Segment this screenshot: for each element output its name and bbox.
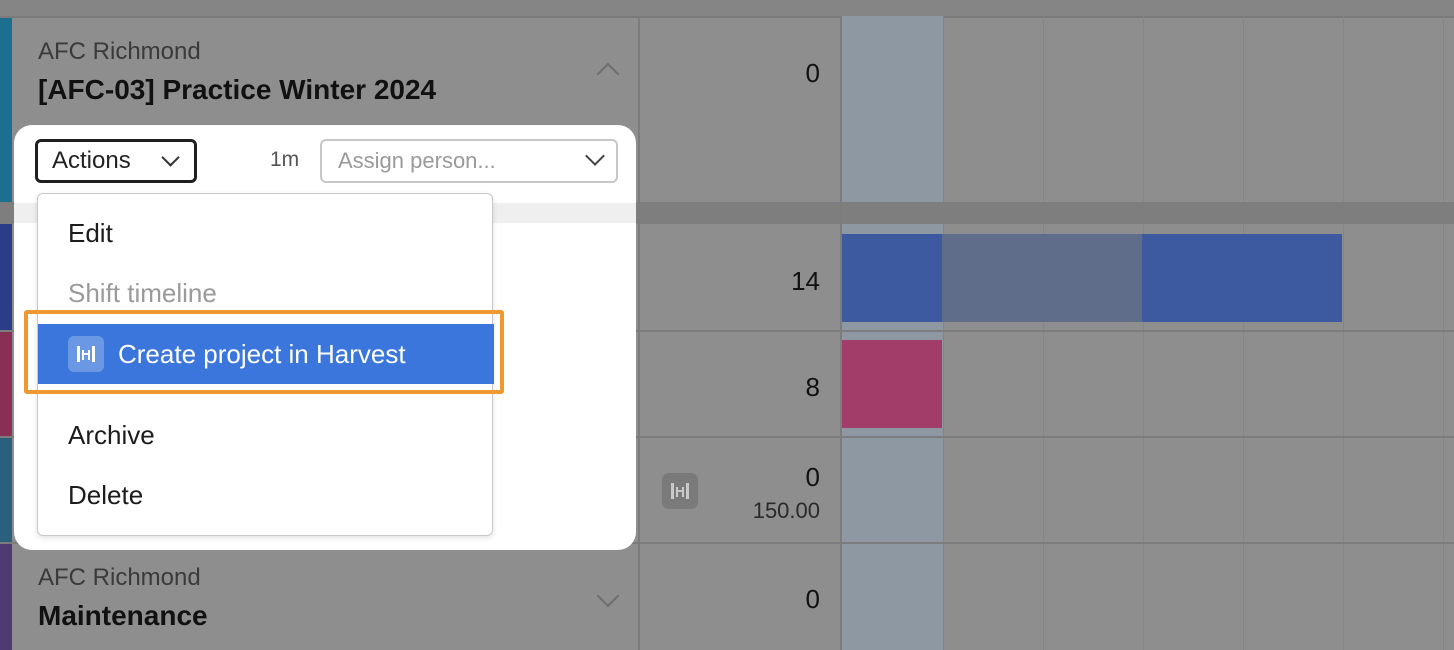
menu-item-shift-timeline: Shift timeline [68,278,217,308]
row-total: 14 [791,266,820,296]
project-color-bar [0,18,12,202]
chevron-down-icon [585,146,605,166]
menu-item-delete[interactable]: Delete [38,480,492,511]
assign-placeholder: Assign person... [338,148,496,173]
menu-item-edit[interactable]: Edit [38,218,492,249]
actions-label: Actions [52,147,131,174]
highlight-callout [24,310,504,394]
schedule-bar[interactable] [1142,234,1342,322]
project-color-bar [0,332,12,436]
row-budget: 150.00 [752,498,820,523]
schedule-bar[interactable] [842,234,942,322]
project-title[interactable]: [AFC-03] Practice Winter 2024 [38,74,436,106]
project-title[interactable]: Maintenance [38,600,208,632]
row-total: 0 [805,584,820,614]
schedule-bar[interactable] [842,340,942,428]
duration-label: 1m [270,148,300,171]
row-total: 0 [805,462,820,492]
row-total: 8 [805,372,820,402]
column-divider [638,16,640,650]
assign-person-select[interactable]: Assign person... [320,139,618,183]
column-divider [840,16,842,650]
schedule-bar[interactable] [942,234,1142,322]
top-strip [0,0,1454,18]
project-color-bar [0,544,12,650]
project-color-bar [0,438,12,542]
actions-dropdown-button[interactable]: Actions [35,139,197,183]
row-total: 0 [805,58,820,88]
chevron-down-icon [161,148,180,167]
project-color-bar [0,224,12,330]
client-name: AFC Richmond [38,38,201,65]
menu-item-archive[interactable]: Archive [38,420,492,451]
client-name: AFC Richmond [38,564,201,591]
